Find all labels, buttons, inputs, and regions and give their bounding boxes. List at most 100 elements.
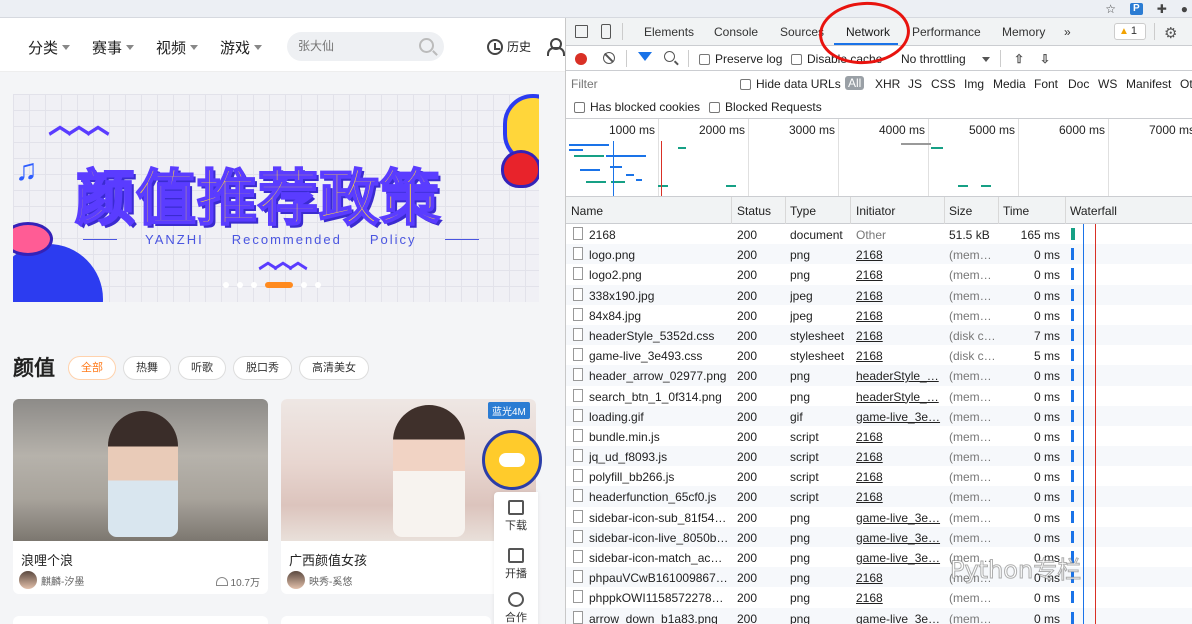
record-icon[interactable] — [575, 53, 587, 65]
col-type[interactable]: Type — [790, 204, 816, 218]
request-row[interactable]: phpauVCwB161009867… 200 png 2168 (mem… 0 ms — [566, 567, 1192, 588]
request-initiator[interactable]: 2168 — [856, 430, 942, 444]
type-filter-manifest[interactable]: Manifest — [1126, 77, 1171, 91]
checkbox-box[interactable] — [574, 101, 585, 113]
blocked-cookies-checkbox[interactable]: Has blocked cookies — [574, 100, 700, 114]
request-row[interactable]: sidebar-icon-live_8050b… 200 png game-live_… — [566, 526, 1192, 547]
extensions-puzzle-icon[interactable]: ✚ — [1157, 3, 1167, 15]
tab-performance[interactable]: Performance — [912, 25, 981, 39]
gear-icon[interactable]: ⚙ — [1164, 24, 1177, 42]
type-filter-doc[interactable]: Doc — [1068, 77, 1089, 91]
tag-hd-beauty[interactable]: 高清美女 — [299, 356, 369, 380]
live-card[interactable]: 浪哩个浪 麒麟-汐墨 10.7万 — [13, 399, 268, 594]
request-initiator[interactable]: 2168 — [856, 349, 942, 363]
request-row[interactable]: arrow_down_b1a83.png 200 png game-live_3e… (… — [566, 607, 1192, 624]
carousel-dot[interactable] — [223, 282, 229, 288]
type-filter-font[interactable]: Font — [1034, 77, 1058, 91]
request-row[interactable]: loading.gif 200 gif game-live_3e… (mem… 0 ms — [566, 405, 1192, 426]
sidebar-cooperate[interactable]: 合作 — [494, 592, 538, 624]
request-row[interactable]: 338x190.jpg 200 jpeg 2168 (mem… 0 ms — [566, 284, 1192, 305]
col-time[interactable]: Time — [1003, 204, 1029, 218]
carousel-dot[interactable] — [251, 282, 257, 288]
user-icon[interactable] — [547, 38, 565, 56]
bookmark-star-icon[interactable]: ☆ — [1105, 3, 1116, 15]
type-filter-other[interactable]: Ot — [1180, 77, 1192, 91]
request-initiator[interactable]: 2168 — [856, 571, 942, 585]
live-card-partial[interactable] — [281, 616, 491, 624]
search-icon[interactable] — [419, 38, 434, 53]
type-filter-xhr[interactable]: XHR — [875, 77, 900, 91]
type-filter-ws[interactable]: WS — [1098, 77, 1117, 91]
tab-sources[interactable]: Sources — [780, 25, 824, 39]
request-initiator[interactable]: game-live_3e… — [856, 410, 942, 424]
request-row[interactable]: sidebar-icon-match_ac6… 200 png game-live_3… — [566, 547, 1192, 568]
col-size[interactable]: Size — [949, 204, 972, 218]
col-status[interactable]: Status — [737, 204, 771, 218]
request-row[interactable]: headerStyle_5352d.css 200 stylesheet 2168 (d… — [566, 324, 1192, 346]
checkbox-box[interactable] — [699, 53, 710, 65]
more-tabs-button[interactable]: » — [1064, 25, 1071, 39]
request-row[interactable]: search_btn_1_0f314.png 200 png headerStyle_… — [566, 385, 1192, 406]
request-initiator[interactable]: 2168 — [856, 591, 942, 605]
request-initiator[interactable]: 2168 — [856, 248, 942, 262]
request-initiator[interactable]: game-live_3e… — [856, 511, 942, 525]
profile-icon[interactable]: ● — [1181, 3, 1188, 15]
request-row[interactable]: game-live_3e493.css 200 stylesheet 2168 (dis… — [566, 345, 1192, 366]
request-initiator[interactable]: game-live_3e… — [856, 551, 942, 565]
request-row[interactable]: logo.png 200 png 2168 (mem… 0 ms — [566, 244, 1192, 265]
history-button[interactable]: 历史 — [487, 38, 531, 55]
network-overview[interactable]: 1000 ms 2000 ms 3000 ms 4000 ms 5000 ms … — [566, 119, 1192, 197]
clear-icon[interactable] — [603, 52, 615, 64]
tab-elements[interactable]: Elements — [644, 25, 694, 39]
site-search-input[interactable] — [298, 39, 408, 53]
request-row[interactable]: bundle.min.js 200 script 2168 (mem… 0 ms — [566, 425, 1192, 447]
col-waterfall[interactable]: Waterfall — [1070, 204, 1117, 218]
tag-music[interactable]: 听歌 — [178, 356, 226, 380]
request-row[interactable]: 84x84.jpg 200 jpeg 2168 (mem… 0 ms — [566, 304, 1192, 325]
request-row[interactable]: header_arrow_02977.png 200 png headerStyle_… — [566, 365, 1192, 386]
import-har-icon[interactable]: ⇧ — [1014, 52, 1024, 66]
request-row[interactable]: sidebar-icon-sub_81f54.… 200 png game-live_… — [566, 506, 1192, 527]
type-filter-all[interactable]: All — [845, 76, 865, 90]
tag-all[interactable]: 全部 — [68, 356, 116, 380]
request-initiator[interactable]: headerStyle_… — [856, 390, 942, 404]
type-filter-media[interactable]: Media — [993, 77, 1026, 91]
carousel-dot[interactable] — [301, 282, 307, 288]
inspect-element-icon[interactable] — [575, 25, 588, 38]
carousel-dot-active[interactable] — [265, 282, 293, 288]
request-initiator[interactable]: 2168 — [856, 309, 942, 323]
sidebar-download[interactable]: 下载 — [494, 500, 538, 533]
filter-icon[interactable] — [638, 52, 652, 61]
preserve-log-checkbox[interactable]: Preserve log — [699, 52, 782, 66]
request-row[interactable]: jq_ud_f8093.js 200 script 2168 (mem… 0 ms — [566, 446, 1192, 467]
blocked-requests-checkbox[interactable]: Blocked Requests — [709, 100, 822, 114]
request-initiator[interactable]: headerStyle_… — [856, 369, 942, 383]
request-initiator[interactable]: 2168 — [856, 470, 942, 484]
tab-memory[interactable]: Memory — [1002, 25, 1045, 39]
request-initiator[interactable]: 2168 — [856, 329, 942, 343]
hide-data-urls-checkbox[interactable]: Hide data URLs — [740, 77, 841, 91]
col-name[interactable]: Name — [571, 204, 603, 218]
sidebar-golive[interactable]: 开播 — [494, 548, 538, 581]
type-filter-img[interactable]: Img — [964, 77, 984, 91]
nav-category[interactable]: 分类 — [28, 37, 71, 58]
request-initiator[interactable]: game-live_3e… — [856, 531, 942, 545]
export-har-icon[interactable]: ⇩ — [1040, 52, 1050, 66]
carousel-dot[interactable] — [237, 282, 243, 288]
nav-videos[interactable]: 视频 — [156, 37, 199, 58]
nav-games[interactable]: 游戏 — [220, 37, 263, 58]
tab-console[interactable]: Console — [714, 25, 758, 39]
checkbox-box[interactable] — [740, 78, 751, 90]
search-icon[interactable] — [664, 51, 675, 62]
type-filter-css[interactable]: CSS — [931, 77, 956, 91]
request-row[interactable]: headerfunction_65cf0.js 200 script 2168 (mem… — [566, 486, 1192, 507]
throttling-select[interactable]: No throttling — [901, 52, 966, 66]
request-row[interactable]: logo2.png 200 png 2168 (mem… 0 ms — [566, 264, 1192, 285]
mascot-icon[interactable] — [482, 430, 542, 490]
tag-talkshow[interactable]: 脱口秀 — [233, 356, 292, 380]
carousel-dot[interactable] — [315, 282, 321, 288]
request-initiator[interactable]: 2168 — [856, 450, 942, 464]
warnings-badge[interactable]: ▲ 1 — [1114, 23, 1146, 40]
extension-p-icon[interactable]: P — [1130, 3, 1143, 15]
promo-banner[interactable]: ♫ ︿︿︿ ︿︿︿ 颜值推荐政策 YANZHI Recommended Poli… — [13, 94, 539, 302]
